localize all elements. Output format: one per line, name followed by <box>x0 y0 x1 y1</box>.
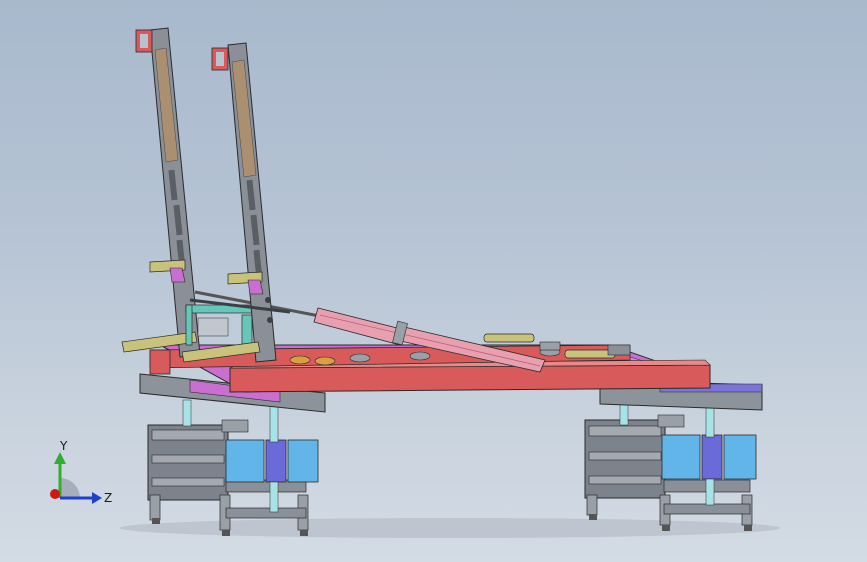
coordinate-triad[interactable]: Y Z <box>40 440 120 510</box>
y-axis-arrowhead <box>54 452 66 464</box>
right-support-stand <box>584 394 757 531</box>
y-axis-label: Y <box>59 440 68 453</box>
cad-viewport[interactable]: Y Z <box>0 0 867 562</box>
triad-corner-arc <box>60 478 80 498</box>
z-axis-label: Z <box>104 491 112 505</box>
ground-shadow <box>120 518 780 538</box>
machine-assembly-model[interactable] <box>0 0 867 562</box>
z-axis-arrowhead <box>92 492 102 504</box>
x-axis-dot <box>50 489 60 499</box>
left-support-stand <box>147 399 319 536</box>
